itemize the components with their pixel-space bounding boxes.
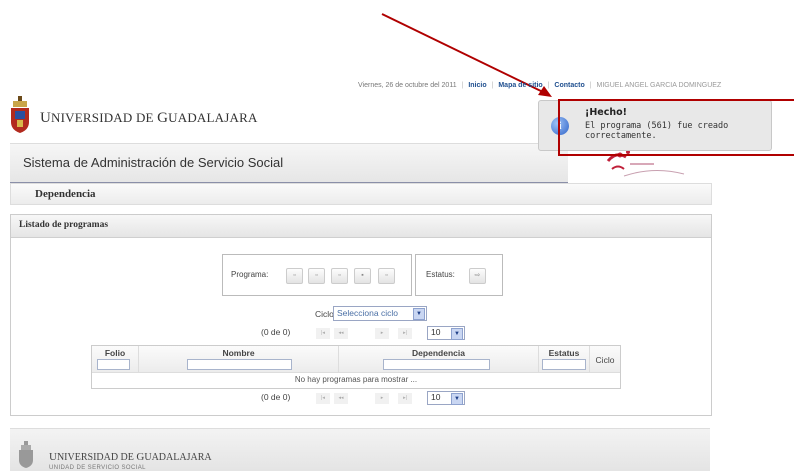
- next-page-icon[interactable]: ▸: [375, 328, 389, 339]
- prev-page-icon[interactable]: ◂◂: [334, 328, 348, 339]
- new-program-icon[interactable]: ▫: [286, 268, 303, 284]
- last-page-icon[interactable]: ▸|: [398, 328, 412, 339]
- estatus-filter-input[interactable]: [542, 359, 586, 370]
- system-title: Sistema de Administración de Servicio So…: [23, 155, 284, 170]
- panel-title: Listado de programas: [19, 220, 109, 230]
- footer-logo: [19, 441, 33, 468]
- chevron-down-icon: ▼: [451, 393, 463, 405]
- dependencia-filter-input[interactable]: [383, 359, 490, 370]
- column-estatus: Estatus: [539, 346, 590, 373]
- next-page-icon[interactable]: ▸: [375, 393, 389, 404]
- estatus-label: Estatus:: [426, 270, 455, 279]
- date-text: Viernes, 26 de octubre del 2011: [358, 82, 457, 89]
- user-name: MIGUEL ANGEL GARCIA DOMINGUEZ: [596, 82, 722, 89]
- footer: UNIVERSIDAD DE GUADALAJARA UNIDAD DE SER…: [10, 428, 710, 471]
- column-nombre: Nombre: [139, 346, 339, 373]
- footer-university-name: UNIVERSIDAD DE GUADALAJARA: [49, 451, 212, 463]
- first-page-icon[interactable]: |◂: [316, 328, 330, 339]
- copy-program-icon[interactable]: ▫: [331, 268, 348, 284]
- chevron-down-icon: ▼: [451, 328, 463, 340]
- annotation-highlight-box: [558, 99, 794, 156]
- ciclo-select[interactable]: Selecciona ciclo ▼: [333, 306, 427, 321]
- status-toolbar: Estatus: ⇨: [415, 254, 503, 296]
- section-bar: Dependencia: [10, 183, 712, 205]
- status-change-icon[interactable]: ⇨: [469, 268, 486, 284]
- university-name: UNIVERSIDAD DE GUADALAJARA: [40, 110, 258, 126]
- last-page-icon[interactable]: ▸|: [398, 393, 412, 404]
- system-title-band: Sistema de Administración de Servicio So…: [10, 143, 568, 185]
- footer-subtitle: UNIDAD DE SERVICIO SOCIAL: [49, 465, 146, 471]
- link-contacto[interactable]: Contacto: [554, 82, 584, 89]
- print-program-icon[interactable]: ▫: [378, 268, 395, 284]
- column-folio: Folio: [92, 346, 139, 373]
- program-toolbar: Programa: ▫ ▫ ▫ ▪ ▫: [222, 254, 412, 296]
- top-links-bar: Viernes, 26 de octubre del 2011 | Inicio…: [358, 82, 722, 89]
- folio-filter-input[interactable]: [97, 359, 130, 370]
- programs-table: Folio Nombre Dependencia Estatus Ciclo N…: [91, 345, 621, 389]
- programa-label: Programa:: [231, 270, 269, 279]
- link-mapa-sitio[interactable]: Mapa de sitio: [498, 82, 542, 89]
- column-ciclo: Ciclo: [590, 346, 620, 373]
- delete-program-icon[interactable]: ▪: [354, 268, 371, 284]
- edit-program-icon[interactable]: ▫: [308, 268, 325, 284]
- section-title: Dependencia: [35, 188, 96, 200]
- first-page-icon[interactable]: |◂: [316, 393, 330, 404]
- university-logo: [11, 96, 29, 133]
- empty-message: No hay programas para mostrar ...: [294, 375, 418, 384]
- rows-per-page-select-top[interactable]: 10 ▼: [427, 326, 465, 340]
- pager-count-top: (0 de 0): [261, 327, 291, 337]
- link-inicio[interactable]: Inicio: [468, 82, 486, 89]
- panel-header: Listado de programas: [11, 215, 711, 238]
- nombre-filter-input[interactable]: [187, 359, 292, 370]
- rows-per-page-select-bottom[interactable]: 10 ▼: [427, 391, 465, 405]
- chevron-down-icon: ▼: [413, 308, 425, 320]
- pager-count-bottom: (0 de 0): [261, 392, 291, 402]
- column-dependencia: Dependencia: [339, 346, 539, 373]
- prev-page-icon[interactable]: ◂◂: [334, 393, 348, 404]
